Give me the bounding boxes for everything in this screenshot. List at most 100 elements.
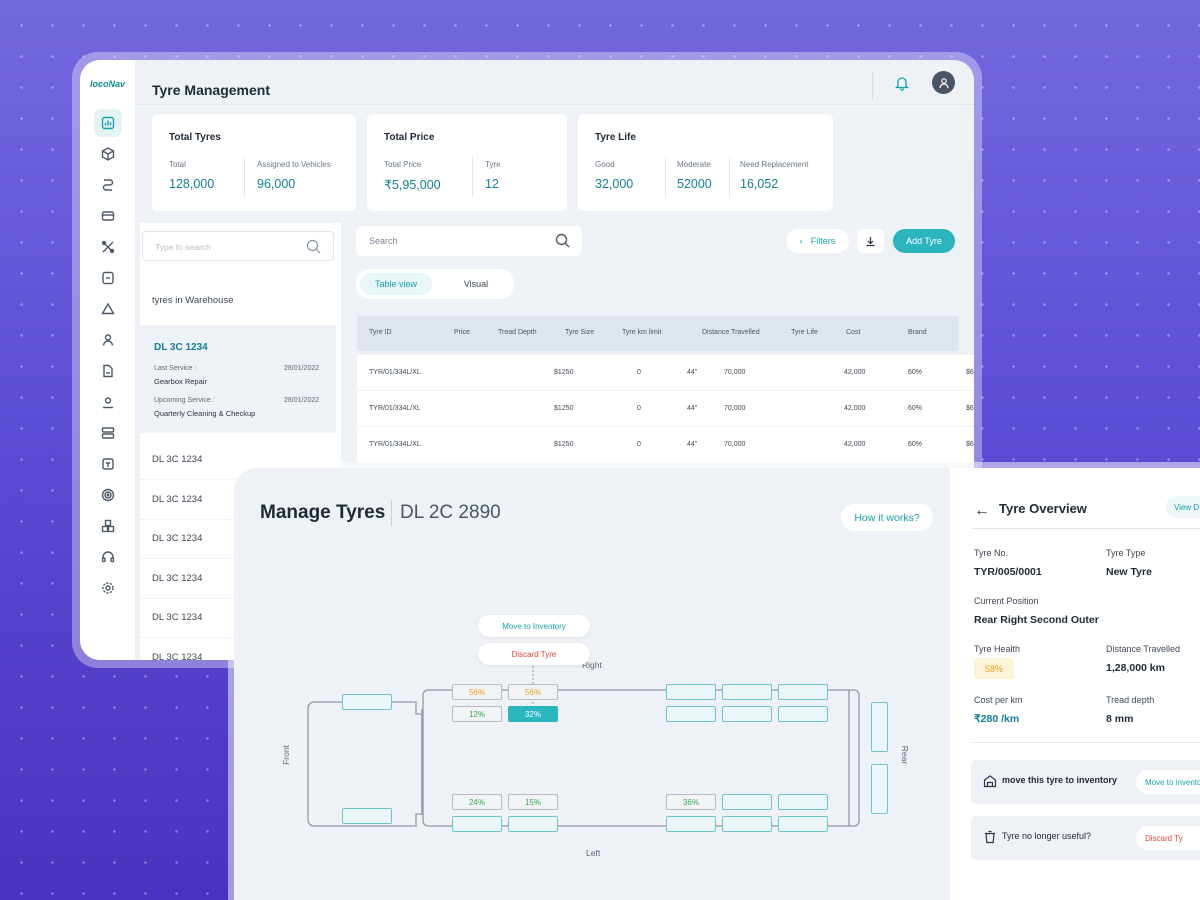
table-cell: $6 xyxy=(966,369,974,376)
tyre-slot[interactable] xyxy=(342,808,392,824)
table-row[interactable]: TYR/01/334L/XL $1250 0 44" 70,000 42,000… xyxy=(357,355,974,391)
tyre-slot[interactable] xyxy=(666,816,716,832)
sidebar-user-icon[interactable] xyxy=(94,326,122,354)
sidebar-boxes-icon[interactable] xyxy=(94,512,122,540)
sidebar-dashboard-icon[interactable] xyxy=(94,109,122,137)
move-to-inventory-button[interactable]: Move to Inventory xyxy=(478,615,590,637)
table-cell: 44" xyxy=(687,441,698,448)
tyre-slot[interactable] xyxy=(722,816,772,832)
filters-button[interactable]: ‹ Filters xyxy=(786,229,849,253)
tyre-slot[interactable] xyxy=(722,684,772,700)
tyre-slot[interactable] xyxy=(508,816,558,832)
app-logo: locoNav xyxy=(90,79,126,89)
tyre-no-label: Tyre No. xyxy=(974,548,1009,558)
table-cell: 44" xyxy=(687,405,698,412)
list-item[interactable]: DL 3C 1234 xyxy=(152,573,202,584)
tab-table-view[interactable]: Table view xyxy=(360,273,432,295)
column-header[interactable]: Price xyxy=(454,329,470,336)
sidebar-route-icon[interactable] xyxy=(94,171,122,199)
column-header[interactable]: Tread Depth xyxy=(498,329,537,336)
tyre-slot[interactable]: 15% xyxy=(508,794,558,810)
discard-box: Tyre no longer useful? Discard Ty xyxy=(971,816,1200,860)
tyre-slot[interactable]: 24% xyxy=(452,794,502,810)
bell-icon[interactable] xyxy=(894,75,910,91)
card-value: 52000 xyxy=(677,177,712,191)
selected-vehicle-item[interactable]: DL 3C 1234 Last Service : 28/01/2022 Gea… xyxy=(140,325,336,433)
table-row[interactable]: TYR/01/334L/XL $1250 0 44" 70,000 42,000… xyxy=(357,427,974,463)
tyre-slot[interactable] xyxy=(778,706,828,722)
tyre-overview-panel: ← Tyre Overview View D Tyre No. TYR/005/… xyxy=(950,468,1200,900)
tyre-slot[interactable]: 56% xyxy=(508,684,558,700)
list-item[interactable]: DL 3C 1234 xyxy=(152,652,202,660)
health-label: Tyre Health xyxy=(974,644,1021,654)
move-inventory-box: move this tyre to inventory Move to inve… xyxy=(971,760,1200,804)
column-header[interactable]: Tyre ID xyxy=(369,329,392,336)
spare-tyre-slot[interactable] xyxy=(871,702,888,752)
download-button[interactable] xyxy=(857,229,884,253)
tyre-slot[interactable]: 36% xyxy=(666,794,716,810)
table-cell: TYR/01/334L/XL xyxy=(369,441,421,448)
header-divider xyxy=(872,72,873,100)
sidebar-store-icon[interactable] xyxy=(94,450,122,478)
column-header[interactable]: Distance Travelled xyxy=(702,329,760,336)
table-row[interactable]: TYR/01/334L/XL $1250 0 44" 70,000 42,000… xyxy=(357,391,974,427)
sidebar-location-icon[interactable] xyxy=(94,388,122,416)
view-toggle: Table view Visual xyxy=(356,269,514,299)
arrow-left-icon[interactable]: ← xyxy=(974,502,990,520)
tyre-slot-selected[interactable]: 32% xyxy=(508,706,558,722)
sidebar-server-icon[interactable] xyxy=(94,419,122,447)
upcoming-service-value: Quarterly Cleaning & Checkup xyxy=(154,409,256,418)
tyre-search-input[interactable]: Search xyxy=(356,226,582,256)
manage-tyres-window: Manage Tyres DL 2C 2890 How it works? Fr… xyxy=(228,462,1200,900)
tyre-slot[interactable]: 56% xyxy=(452,684,502,700)
last-service-date: 28/01/2022 xyxy=(284,365,320,372)
table-cell: $1250 xyxy=(554,405,574,412)
tyre-slot[interactable] xyxy=(722,794,772,810)
list-item[interactable]: DL 3C 1234 xyxy=(152,454,202,465)
list-item[interactable]: DL 3C 1234 xyxy=(152,494,202,505)
tyre-slot[interactable]: 12% xyxy=(452,706,502,722)
sidebar-settings-icon[interactable] xyxy=(94,574,122,602)
rear-label: Rear xyxy=(900,745,911,765)
tyre-slot[interactable] xyxy=(666,706,716,722)
tyre-slot[interactable] xyxy=(778,794,828,810)
vehicle-search-input[interactable]: Type to search xyxy=(142,231,334,261)
tyre-slot[interactable] xyxy=(342,694,392,710)
sidebar-tools-icon[interactable] xyxy=(94,233,122,261)
add-tyre-button[interactable]: Add Tyre xyxy=(893,229,955,253)
warehouse-link[interactable]: tyres in Warehouse xyxy=(152,295,234,306)
list-item[interactable]: DL 3C 1234 xyxy=(152,533,202,544)
card-label: Total xyxy=(169,160,186,169)
tyre-slot[interactable] xyxy=(452,816,502,832)
table-cell: 44" xyxy=(687,369,698,376)
table-cell: 42,000 xyxy=(844,369,866,376)
avatar[interactable] xyxy=(932,71,955,94)
sidebar-cube-icon[interactable] xyxy=(94,140,122,168)
move-to-inventory-button[interactable]: Move to invento xyxy=(1136,770,1200,794)
sidebar-alert-icon[interactable] xyxy=(94,295,122,323)
column-header[interactable]: Tyre Size xyxy=(565,329,594,336)
spare-tyre-slot[interactable] xyxy=(871,764,888,814)
card-title: Total Tyres xyxy=(169,132,221,143)
tyre-slot[interactable] xyxy=(666,684,716,700)
tab-visual[interactable]: Visual xyxy=(444,273,508,295)
tyre-slot[interactable] xyxy=(722,706,772,722)
discard-tyre-button[interactable]: Discard Tyre xyxy=(478,643,590,665)
sidebar-file-icon[interactable] xyxy=(94,357,122,385)
sidebar-target-icon[interactable] xyxy=(94,481,122,509)
column-header[interactable]: Cost xyxy=(846,329,860,336)
tyre-slot[interactable] xyxy=(778,816,828,832)
position-value: Rear Right Second Outer xyxy=(974,614,1099,626)
column-header[interactable]: Brand xyxy=(908,329,927,336)
sidebar-document-icon[interactable] xyxy=(94,264,122,292)
list-item[interactable]: DL 3C 1234 xyxy=(152,612,202,623)
sidebar-card-icon[interactable] xyxy=(94,202,122,230)
column-header[interactable]: Tyre Life xyxy=(791,329,818,336)
sidebar-support-icon[interactable] xyxy=(94,543,122,571)
table-cell: 70,000 xyxy=(724,405,746,412)
column-header[interactable]: Tyre km limit xyxy=(622,329,661,336)
view-details-button[interactable]: View D xyxy=(1166,496,1200,518)
distance-value: 1,28,000 km xyxy=(1106,662,1165,674)
discard-tyre-button[interactable]: Discard Ty xyxy=(1136,826,1200,850)
tyre-slot[interactable] xyxy=(778,684,828,700)
